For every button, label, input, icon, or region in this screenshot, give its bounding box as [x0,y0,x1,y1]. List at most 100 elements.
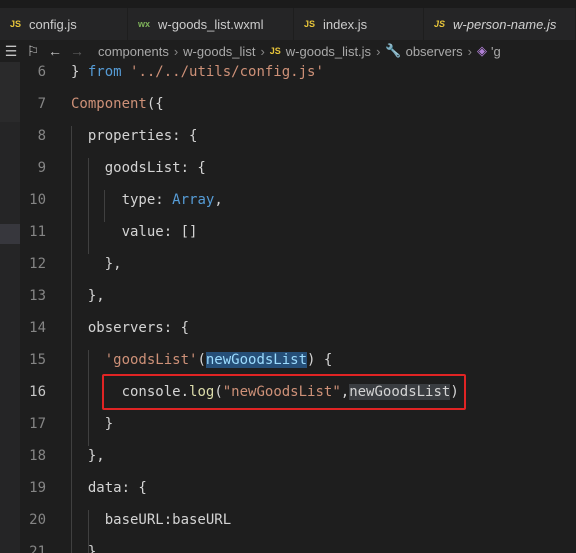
code-token: value: [] [71,224,198,240]
code-text: type: Array, [71,184,223,216]
code-token: '../../utils/config.js' [130,64,324,80]
wxml-file-icon: wx [138,19,151,29]
code-token: newGoodsList [205,352,308,368]
breadcrumb-item-method[interactable]: 'g [491,44,501,59]
line-number: 18 [29,448,46,464]
breadcrumb-item-folder[interactable]: w-goods_list [183,44,255,59]
line-number: 21 [29,544,46,553]
code-line[interactable]: 11 value: [] [20,216,576,248]
tab-label: w-person-name.js [453,16,557,32]
tab-label: index.js [323,16,368,32]
code-text: goodsList: { [71,152,206,184]
forward-arrow-icon[interactable]: → [66,43,88,59]
code-text: }, [71,440,105,472]
code-text: }, [71,280,105,312]
bookmark-icon[interactable]: ⚐ [22,43,44,60]
line-number: 14 [29,320,46,336]
code-editor[interactable]: 6} from '../../utils/config.js' 7 Componen… [20,62,576,553]
back-arrow-icon[interactable]: ← [44,43,66,59]
editor-tab-bar: JS config.js wx w-goods_list.wxml JS ind… [0,8,576,40]
code-token: }, [71,288,105,304]
title-strip [0,0,576,8]
line-number: 15 [29,352,46,368]
line-number: 13 [29,288,46,304]
code-token: }, [71,256,122,272]
code-token: }, [71,448,105,464]
breadcrumb: ☰ ⚐ ← → components › w-goods_list › JS w… [0,40,576,62]
line-number: 17 [29,416,46,432]
code-token: ) { [307,352,333,368]
code-line[interactable]: 13 }, [20,280,576,312]
code-token: observers: { [71,320,190,336]
code-token: , [214,192,223,208]
code-line[interactable]: 14 observers: { [20,312,576,344]
line-number: 20 [29,512,46,528]
code-token: data: { [71,480,147,496]
chevron-right-icon: › [467,43,473,59]
code-token: } [71,416,114,432]
code-line[interactable]: 20 baseURL:baseURL [20,504,576,536]
code-line[interactable]: 8 properties: { [20,120,576,152]
code-line[interactable]: 10 type: Array, [20,184,576,216]
code-text: data: { [71,472,147,504]
code-token: Array [172,192,215,208]
code-text: } [71,536,96,553]
js-file-icon: JS [269,46,281,56]
tab-config-js[interactable]: JS config.js [0,8,128,40]
chevron-right-icon: › [376,43,381,59]
tab-label: config.js [29,16,77,32]
code-text: } from '../../utils/config.js' [71,62,324,88]
wrench-icon: 🔧 [385,43,402,58]
side-strip-highlight [0,224,20,244]
line-number: 19 [29,480,46,496]
code-line[interactable]: 21 } [20,536,576,553]
code-line[interactable]: 15 'goodsList'(newGoodsList) { [20,344,576,376]
code-line[interactable]: 9 goodsList: { [20,152,576,184]
code-line[interactable]: 12 }, [20,248,576,280]
tab-w-goods-list-wxml[interactable]: wx w-goods_list.wxml [128,8,294,40]
line-number: 10 [29,192,46,208]
tab-index-js[interactable]: JS index.js [294,8,424,40]
code-token: goodsList: { [71,160,206,176]
code-text: baseURL:baseURL [71,504,231,536]
code-text: 'goodsList'(newGoodsList) { [71,344,332,376]
code-token: baseURL:baseURL [71,512,232,528]
code-line[interactable]: 17 } [20,408,576,440]
code-line[interactable]: 7 Component({ [20,88,576,120]
code-token: 'goodsList' [104,352,198,368]
line-number: 16 [29,384,46,400]
list-icon[interactable]: ☰ [0,43,22,60]
breadcrumb-item-components[interactable]: components [98,44,169,59]
code-line[interactable]: 18 }, [20,440,576,472]
line-number: 9 [37,160,46,176]
code-token: } [71,64,88,80]
tab-w-person-name-js[interactable]: JS w-person-name.js [424,8,576,40]
line-number: 11 [29,224,46,240]
code-text: } [71,408,113,440]
code-text: }, [71,248,122,280]
code-token: ({ [146,96,164,112]
code-token: } [71,544,97,553]
tab-label: w-goods_list.wxml [158,16,264,32]
chevron-right-icon: › [173,43,179,59]
line-number: 8 [37,128,46,144]
code-token: type: [71,192,173,208]
code-line[interactable]: 6} from '../../utils/config.js' [20,62,576,88]
side-strip-shade [0,62,20,122]
code-token: Component [71,96,147,112]
method-cube-icon: ◈ [477,43,488,58]
code-text: properties: { [71,120,198,152]
code-token: from [87,64,122,80]
js-file-icon: JS [10,19,22,29]
breadcrumb-item-observers[interactable]: observers [406,44,463,59]
breadcrumb-item-file[interactable]: w-goods_list.js [286,44,371,59]
js-file-icon: JS [304,19,316,29]
code-line[interactable]: 19 data: { [20,472,576,504]
js-file-icon: JS [434,19,446,29]
chevron-right-icon: › [260,43,265,59]
line-number: 6 [37,64,46,80]
code-text: Component({ [71,88,164,120]
code-text: observers: { [71,312,189,344]
line-number: 12 [29,256,46,272]
code-token: ( [197,352,206,368]
